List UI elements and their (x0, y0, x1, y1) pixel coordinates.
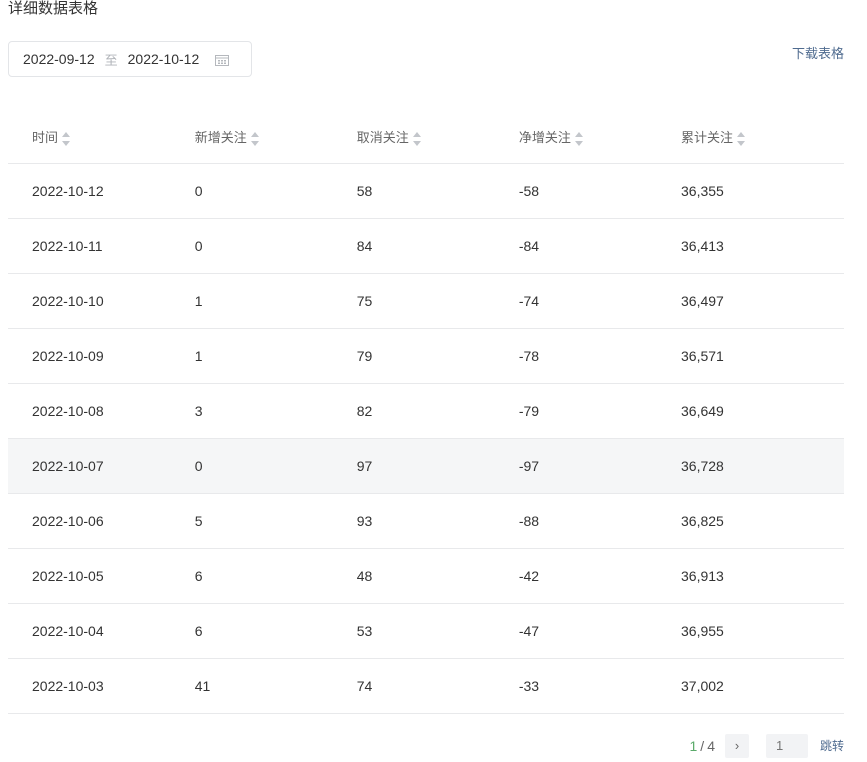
table-cell: 36,571 (681, 328, 844, 384)
page-jump-input[interactable] (765, 733, 808, 758)
table-cell: 2022-10-03 (8, 658, 195, 714)
column-header-label: 时间 (32, 130, 59, 145)
table-cell: 2022-10-07 (8, 438, 195, 494)
table-cell: 36,728 (681, 438, 844, 494)
page-title: 详细数据表格 (8, 0, 99, 17)
table-row: 2022-10-11 0 84 -84 36,413 (8, 218, 844, 274)
table-row: 2022-10-09 1 79 -78 36,571 (8, 328, 844, 384)
sort-icon[interactable] (574, 131, 584, 146)
table-cell: 2022-10-10 (8, 273, 195, 329)
table-cell: 2022-10-11 (8, 218, 195, 274)
data-table: 时间 新增关注 取消关注 净增关注 累计关注 2022-10-12 0 58 -58 3… (8, 110, 844, 714)
table-row: 2022-10-12 0 58 -58 36,355 (8, 163, 844, 219)
jump-button[interactable]: 跳转 (820, 737, 844, 754)
table-cell: -42 (518, 548, 682, 604)
table-cell: 84 (356, 218, 519, 274)
table-cell: 58 (356, 163, 519, 219)
chevron-right-icon[interactable]: › (724, 733, 749, 758)
table-cell: 6 (194, 603, 357, 659)
date-range-picker[interactable]: 2022-09-12 至 2022-10-12 (8, 41, 252, 77)
page-separator: / (700, 737, 705, 754)
table-cell: -58 (518, 163, 682, 219)
column-header-new-follows[interactable]: 新增关注 (194, 110, 357, 164)
table-cell: 2022-10-09 (8, 328, 195, 384)
table-row: 2022-10-10 1 75 -74 36,497 (8, 273, 844, 329)
table-cell: -47 (518, 603, 682, 659)
table-cell: 41 (194, 658, 357, 714)
table-cell: 82 (356, 383, 519, 439)
column-header-time[interactable]: 时间 (8, 110, 195, 164)
column-header-label: 累计关注 (681, 130, 734, 145)
table-cell: 2022-10-06 (8, 493, 195, 549)
table-row: 2022-10-06 5 93 -88 36,825 (8, 493, 844, 549)
table-cell: 36,825 (681, 493, 844, 549)
table-row: 2022-10-07 0 97 -97 36,728 (8, 438, 844, 494)
table-cell: -84 (518, 218, 682, 274)
current-page: 1 (689, 737, 698, 754)
table-cell: 79 (356, 328, 519, 384)
column-header-net-follows[interactable]: 净增关注 (518, 110, 682, 164)
table-cell: 36,355 (681, 163, 844, 219)
table-cell: 0 (194, 163, 357, 219)
column-header-label: 新增关注 (194, 130, 247, 145)
table-cell: 36,497 (681, 273, 844, 329)
total-pages: 4 (707, 737, 715, 754)
table-cell: 0 (194, 218, 357, 274)
table-cell: -78 (518, 328, 682, 384)
column-header-label: 净增关注 (518, 130, 571, 145)
start-date[interactable]: 2022-09-12 (23, 51, 95, 67)
table-row: 2022-10-03 41 74 -33 37,002 (8, 658, 844, 714)
table-cell: -97 (518, 438, 682, 494)
table-cell: 2022-10-12 (8, 163, 195, 219)
table-cell: 36,413 (681, 218, 844, 274)
column-header-total-follows[interactable]: 累计关注 (681, 110, 844, 164)
table-cell: -79 (518, 383, 682, 439)
table-cell: 36,649 (681, 383, 844, 439)
table-row: 2022-10-04 6 53 -47 36,955 (8, 603, 844, 659)
column-header-label: 取消关注 (356, 130, 409, 145)
table-header-row: 时间 新增关注 取消关注 净增关注 累计关注 (8, 110, 844, 164)
table-cell: -88 (518, 493, 682, 549)
table-cell: 0 (194, 438, 357, 494)
table-cell: 1 (194, 328, 357, 384)
table-cell: 3 (194, 383, 357, 439)
table-cell: 37,002 (681, 658, 844, 714)
calendar-icon[interactable] (215, 53, 230, 66)
table-cell: 5 (194, 493, 357, 549)
table-cell: 36,955 (681, 603, 844, 659)
sort-icon[interactable] (62, 131, 71, 146)
table-cell: -74 (518, 273, 682, 329)
table-row: 2022-10-05 6 48 -42 36,913 (8, 548, 844, 604)
table-cell: 93 (356, 493, 519, 549)
table-cell: 97 (356, 438, 519, 494)
table-cell: 36,913 (681, 548, 844, 604)
table-cell: 75 (356, 273, 519, 329)
table-cell: 48 (356, 548, 519, 604)
table-cell: 2022-10-04 (8, 603, 195, 659)
sort-icon[interactable] (412, 131, 422, 146)
table-cell: 2022-10-08 (8, 383, 195, 439)
date-separator: 至 (104, 52, 118, 68)
table-cell: -33 (518, 658, 682, 714)
table-cell: 74 (356, 658, 519, 714)
end-date[interactable]: 2022-10-12 (128, 51, 200, 67)
table-row: 2022-10-08 3 82 -79 36,649 (8, 383, 844, 439)
sort-icon[interactable] (250, 131, 260, 146)
table-cell: 2022-10-05 (8, 548, 195, 604)
sort-icon[interactable] (737, 131, 746, 146)
table-cell: 53 (356, 603, 519, 659)
table-cell: 1 (194, 273, 357, 329)
table-cell: 6 (194, 548, 357, 604)
download-table-link[interactable]: 下载表格 (792, 43, 844, 62)
column-header-unfollows[interactable]: 取消关注 (356, 110, 519, 164)
pagination: 1 / 4 › 跳转 (689, 733, 844, 758)
